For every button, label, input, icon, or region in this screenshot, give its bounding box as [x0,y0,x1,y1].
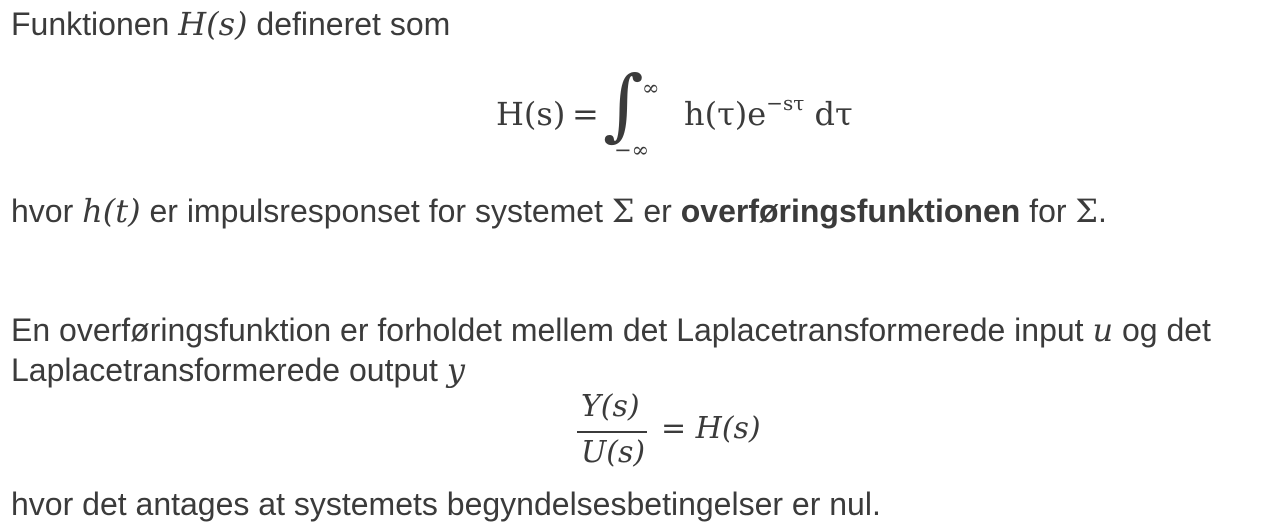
equation-laplace-integral: H(s) = ∫ ∞ −∞ h(τ)e−sτ dτ [496,66,896,166]
bold-term: overføringsfunktionen [680,193,1021,229]
paragraph-transfer-line2: Laplacetransformerede output y [11,351,465,389]
differential: dτ [804,95,853,133]
text: er impulsresponset for systemet [140,193,612,229]
integral-lower-limit: −∞ [614,138,650,162]
text: hvor [11,193,83,229]
paragraph-impulse-response: hvor h(t) er impulsresponset for systeme… [11,192,1107,230]
fraction-bar [577,431,647,433]
equals-sign: = [572,95,599,133]
exponent: −sτ [766,91,805,115]
paragraph-initial-conditions: hvor det antages at systemets begyndelse… [11,485,881,523]
fraction-denominator: U(s) [581,435,646,470]
equation-rhs: = H(s) [661,411,761,446]
text: er [634,193,681,229]
text: hvor det antages at systemets begyndelse… [11,486,881,522]
math-sigma: Σ [1075,192,1099,230]
paragraph-transfer-line1: En overføringsfunktion er forholdet mell… [11,311,1211,349]
math-sigma: Σ [611,192,635,230]
text: Laplacetransformerede output [11,352,447,388]
text: for [1020,193,1076,229]
paragraph-definition: Funktionen H(s) defineret som [11,5,450,43]
text: Funktionen [11,6,179,42]
math-H-of-s: H(s) [178,5,248,43]
integral-upper-limit: ∞ [642,76,660,100]
integrand-base: h(τ)e [684,95,767,133]
math-u: u [1092,311,1114,349]
fraction-numerator: Y(s) [581,389,640,424]
text: En overføringsfunktion er forholdet mell… [11,312,1093,348]
equation-transfer-ratio: Y(s) U(s) = H(s) [577,389,837,470]
text: . [1098,193,1107,229]
text: og det [1113,312,1211,348]
integrand: h(τ)e−sτ dτ [684,91,853,133]
math-y: y [446,351,465,389]
integral-sign: ∫ [603,60,644,150]
math-h-of-t: h(t) [82,192,141,230]
equation-lhs: H(s) [496,95,566,133]
text: defineret som [247,6,451,42]
